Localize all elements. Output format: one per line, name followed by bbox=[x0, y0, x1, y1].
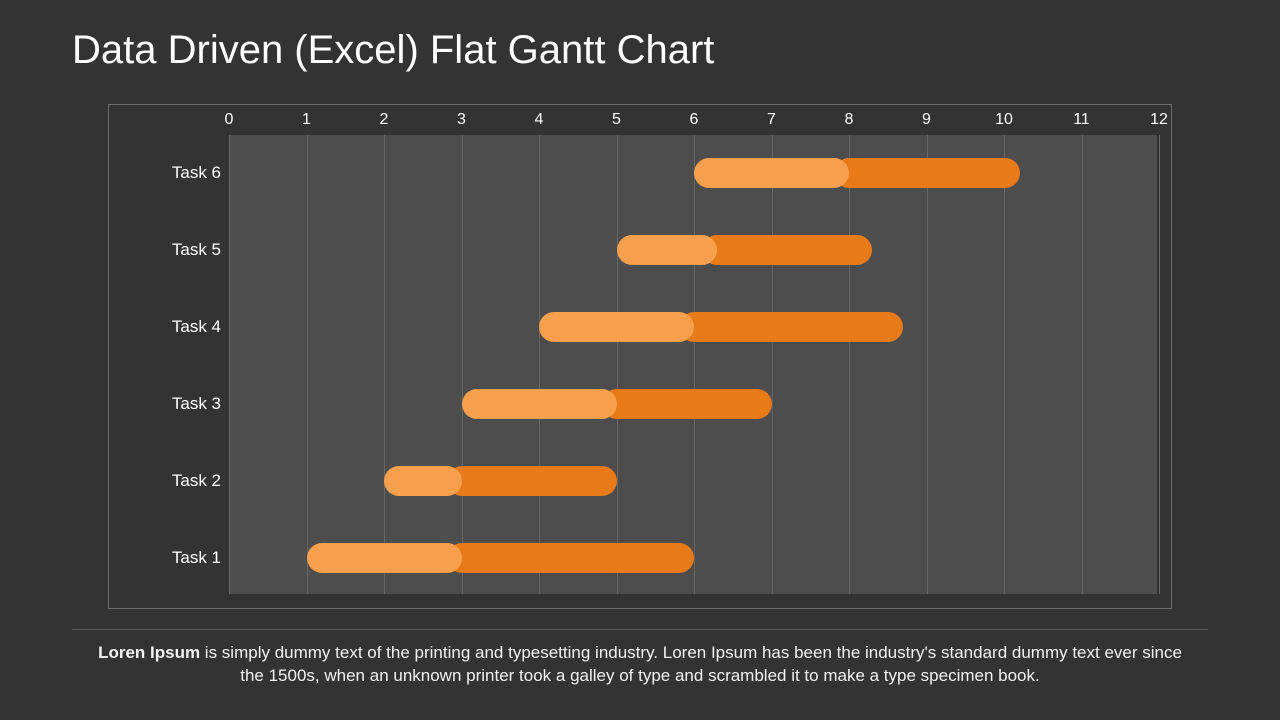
gantt-bar-segment2 bbox=[834, 158, 1020, 188]
y-tick-label: Task 2 bbox=[109, 471, 221, 491]
grid-line bbox=[384, 135, 385, 594]
y-tick-label: Task 6 bbox=[109, 163, 221, 183]
y-tick-label: Task 1 bbox=[109, 548, 221, 568]
grid-line bbox=[927, 135, 928, 594]
gantt-bar-segment1 bbox=[539, 312, 694, 342]
page-title: Data Driven (Excel) Flat Gantt Chart bbox=[72, 28, 714, 73]
x-tick-label: 12 bbox=[1150, 111, 1168, 129]
gantt-bar bbox=[229, 543, 1157, 573]
gantt-bar-segment1 bbox=[462, 389, 617, 419]
x-tick-label: 1 bbox=[302, 111, 311, 129]
gantt-chart: 0123456789101112Task 6Task 5Task 4Task 3… bbox=[108, 104, 1172, 609]
gantt-bar-segment2 bbox=[602, 389, 772, 419]
gantt-bar-segment2 bbox=[447, 543, 695, 573]
grid-line bbox=[1004, 135, 1005, 594]
gantt-bar bbox=[229, 235, 1157, 265]
x-tick-label: 7 bbox=[767, 111, 776, 129]
grid-line bbox=[694, 135, 695, 594]
gantt-bar-segment2 bbox=[702, 235, 872, 265]
grid-line bbox=[539, 135, 540, 594]
x-tick-label: 2 bbox=[380, 111, 389, 129]
gantt-bar-segment2 bbox=[447, 466, 617, 496]
grid-line bbox=[1159, 135, 1160, 594]
grid-line bbox=[229, 135, 230, 594]
footer-divider bbox=[72, 629, 1208, 630]
y-tick-label: Task 3 bbox=[109, 394, 221, 414]
plot-area bbox=[229, 135, 1157, 594]
footer-text: Loren Ipsum is simply dummy text of the … bbox=[96, 642, 1184, 688]
x-tick-label: 5 bbox=[612, 111, 621, 129]
gantt-bar bbox=[229, 312, 1157, 342]
gantt-bar bbox=[229, 466, 1157, 496]
gantt-bar-segment2 bbox=[679, 312, 903, 342]
grid-line bbox=[772, 135, 773, 594]
gantt-bar-segment1 bbox=[617, 235, 718, 265]
x-tick-label: 0 bbox=[225, 111, 234, 129]
x-tick-label: 4 bbox=[535, 111, 544, 129]
grid-line bbox=[307, 135, 308, 594]
footer-body: is simply dummy text of the printing and… bbox=[200, 643, 1182, 685]
gantt-bar-segment1 bbox=[384, 466, 462, 496]
grid-line bbox=[617, 135, 618, 594]
y-tick-label: Task 4 bbox=[109, 317, 221, 337]
footer-bold: Loren Ipsum bbox=[98, 643, 200, 662]
x-tick-label: 3 bbox=[457, 111, 466, 129]
x-tick-label: 10 bbox=[995, 111, 1013, 129]
y-tick-label: Task 5 bbox=[109, 240, 221, 260]
gantt-bar-segment1 bbox=[694, 158, 849, 188]
x-tick-label: 9 bbox=[922, 111, 931, 129]
grid-line bbox=[1082, 135, 1083, 594]
gantt-bar-segment1 bbox=[307, 543, 462, 573]
x-tick-label: 6 bbox=[690, 111, 699, 129]
gantt-bar bbox=[229, 158, 1157, 188]
gantt-bar bbox=[229, 389, 1157, 419]
x-tick-label: 8 bbox=[845, 111, 854, 129]
grid-line bbox=[462, 135, 463, 594]
x-tick-label: 11 bbox=[1073, 111, 1090, 129]
grid-line bbox=[849, 135, 850, 594]
